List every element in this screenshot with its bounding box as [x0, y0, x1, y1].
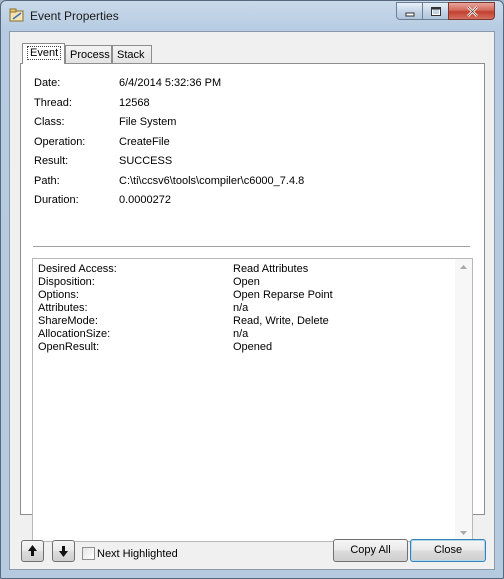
previous-event-button[interactable]	[21, 540, 44, 562]
detail-value: Read Attributes	[233, 263, 309, 275]
detail-name: Attributes:	[38, 302, 88, 314]
thread-value: 12568	[119, 97, 150, 109]
tab-stack[interactable]: Stack	[112, 45, 152, 64]
detail-name: AllocationSize:	[38, 328, 111, 340]
maximize-icon	[431, 7, 441, 16]
operation-label: Operation:	[34, 136, 86, 148]
minimize-icon	[405, 12, 415, 17]
detail-name: Disposition:	[38, 276, 95, 288]
event-properties-window: Event Properties Event Process Stack Dat…	[0, 0, 504, 579]
tab-event-label: Event	[27, 46, 62, 60]
maximize-button[interactable]	[422, 2, 449, 20]
arrow-up-icon	[28, 545, 37, 556]
date-label: Date:	[34, 77, 61, 89]
app-icon	[9, 8, 24, 22]
path-label: Path:	[34, 175, 60, 187]
next-event-button[interactable]	[52, 540, 75, 562]
thread-label: Thread:	[34, 97, 72, 109]
arrow-down-icon	[59, 546, 68, 557]
detail-value: n/a	[233, 302, 249, 314]
close-window-button[interactable]	[448, 2, 495, 20]
copy-all-button[interactable]: Copy All	[333, 539, 408, 562]
tab-event[interactable]: Event	[22, 43, 65, 64]
minimize-button[interactable]	[396, 2, 423, 20]
result-label: Result:	[34, 155, 69, 167]
tab-stack-label: Stack	[117, 49, 145, 61]
tab-process-label: Process	[70, 49, 110, 61]
detail-name: ShareMode:	[38, 315, 98, 327]
close-icon	[467, 6, 478, 17]
detail-name: OpenResult:	[38, 341, 100, 353]
scroll-down-icon[interactable]	[459, 529, 468, 537]
close-label: Close	[433, 544, 463, 556]
detail-value: Open Reparse Point	[233, 289, 333, 301]
separator	[33, 246, 470, 247]
title-bar[interactable]: Event Properties	[1, 1, 503, 31]
scroll-up-icon[interactable]	[459, 263, 468, 271]
path-value: C:\ti\ccsv6\tools\compiler\c6000_7.4.8	[119, 175, 305, 187]
tab-process[interactable]: Process	[65, 45, 112, 64]
vertical-scrollbar[interactable]	[455, 259, 472, 541]
duration-label: Duration:	[34, 194, 79, 206]
detail-value: Read, Write, Delete	[233, 315, 329, 327]
next-highlighted-checkbox[interactable]	[82, 547, 95, 560]
event-tab-panel: Date: 6/4/2014 5:32:36 PM Thread: 12568 …	[20, 63, 485, 542]
date-value: 6/4/2014 5:32:36 PM	[119, 77, 222, 89]
detail-value: n/a	[233, 328, 249, 340]
duration-value: 0.0000272	[119, 194, 171, 206]
close-button[interactable]: Close	[410, 539, 486, 562]
window-title: Event Properties	[30, 9, 119, 23]
detail-name: Desired Access:	[38, 263, 117, 275]
detail-value: Opened	[233, 341, 273, 353]
class-label: Class:	[34, 116, 65, 128]
details-box[interactable]: Desired Access: Read Attributes Disposit…	[32, 258, 473, 542]
detail-name: Options:	[38, 289, 79, 301]
result-value: SUCCESS	[119, 155, 173, 167]
operation-value: CreateFile	[119, 136, 170, 148]
class-value: File System	[119, 116, 177, 128]
detail-value: Open	[233, 276, 260, 288]
next-highlighted-label: Next Highlighted	[97, 548, 178, 560]
dialog-client-area: Event Process Stack Date: 6/4/2014 5:32:…	[9, 31, 495, 570]
copy-all-label: Copy All	[350, 544, 391, 556]
